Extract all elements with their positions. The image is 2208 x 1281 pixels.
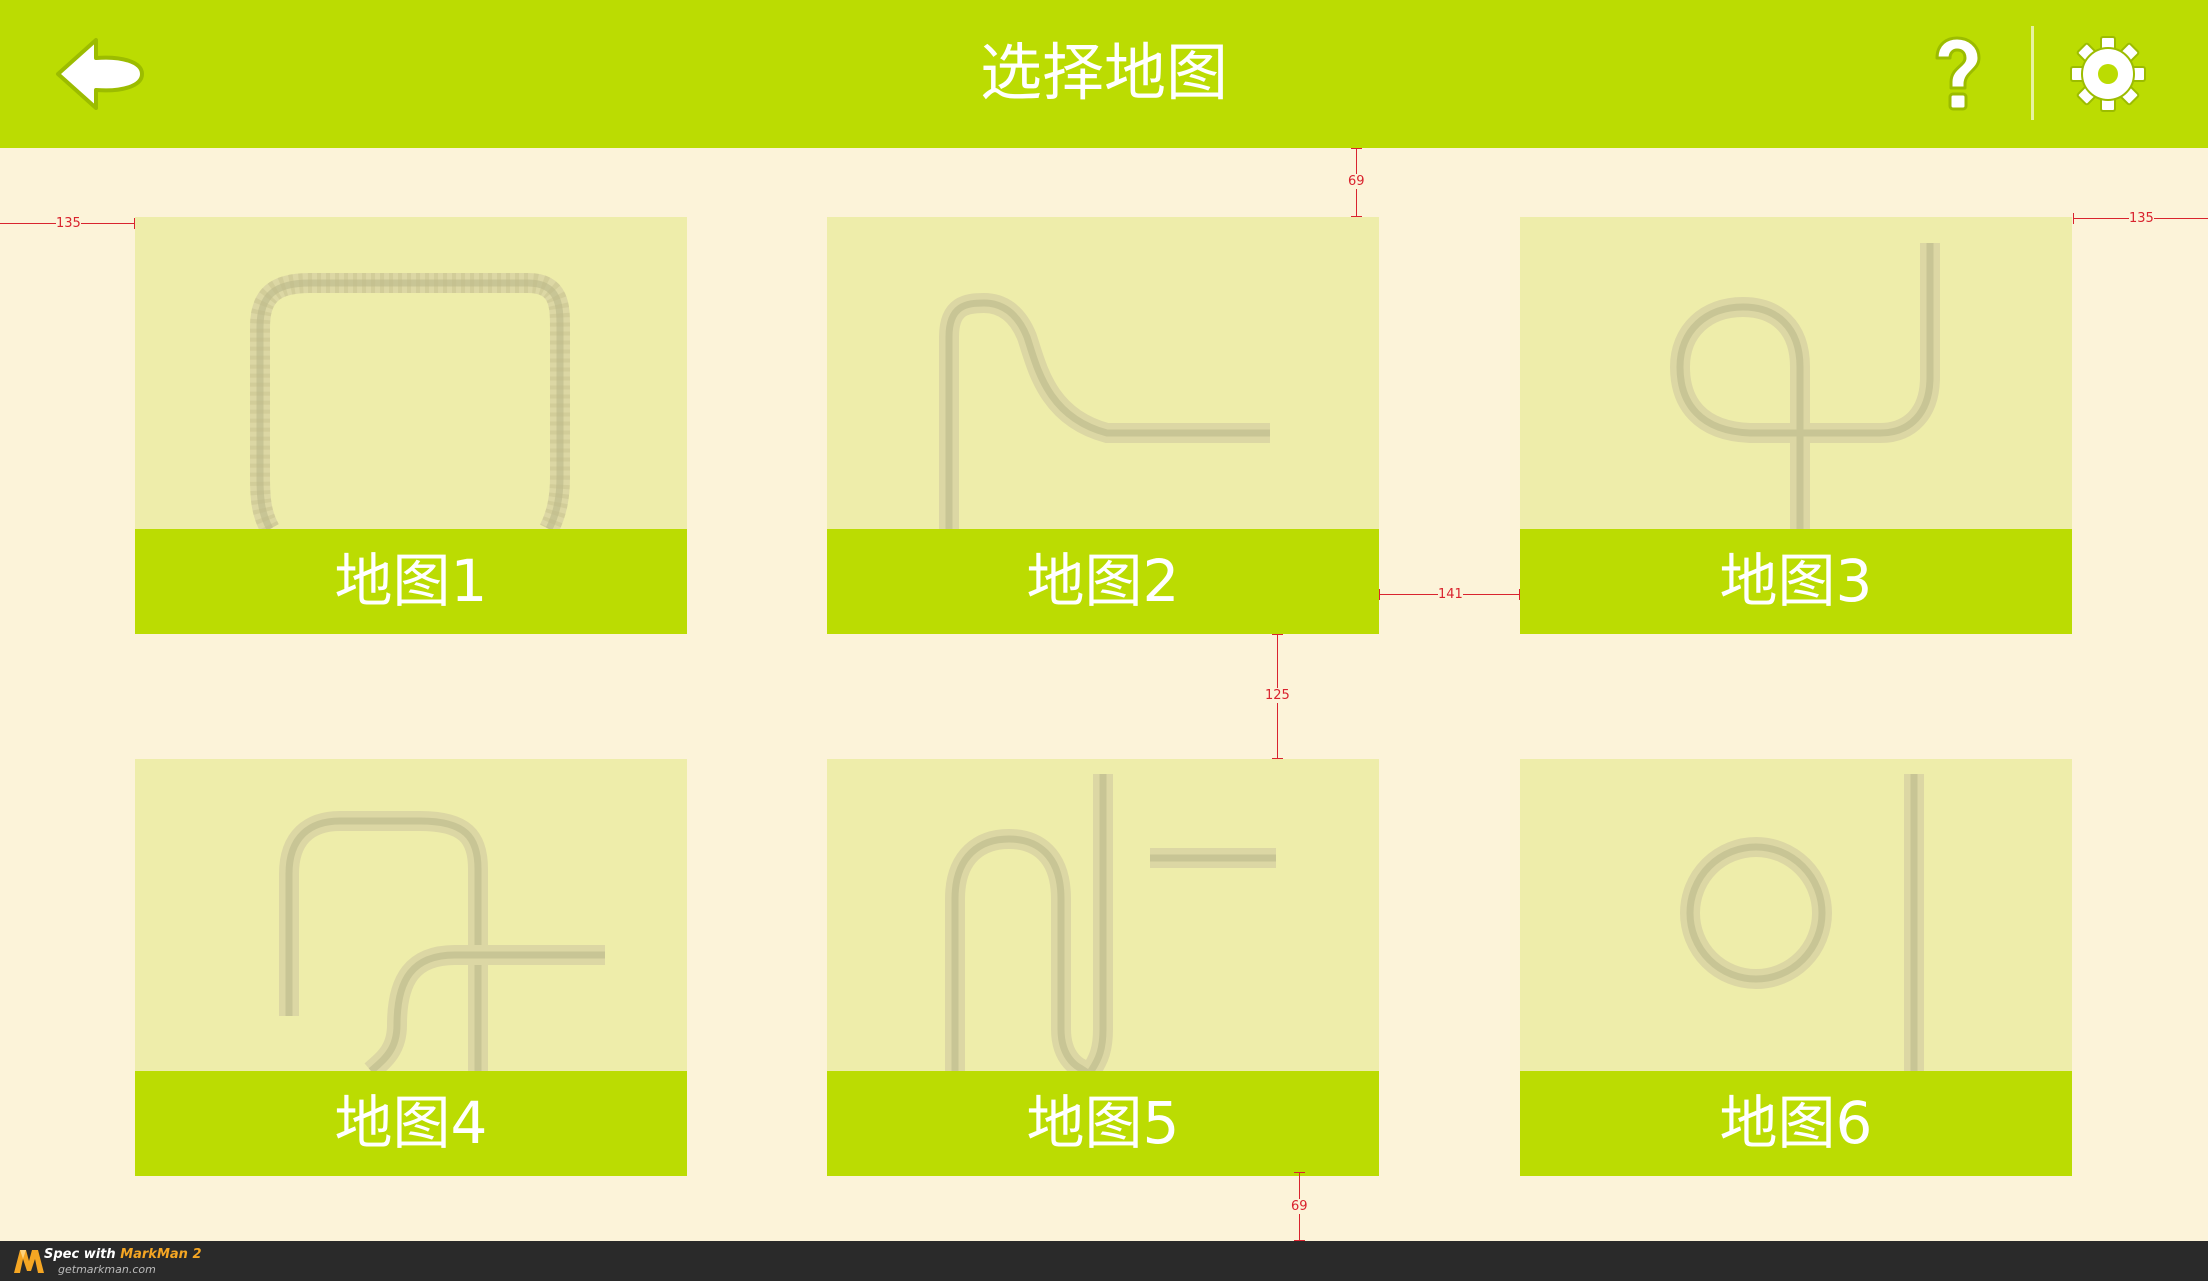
map-card-label: 地图5: [827, 1071, 1379, 1176]
spec-dimension-left-margin: 135: [0, 215, 135, 235]
back-arrow-icon: [56, 38, 144, 110]
map-card-2[interactable]: 地图2: [827, 217, 1379, 634]
map-card-1[interactable]: 地图1: [135, 217, 687, 634]
top-bar: 选择地图: [0, 0, 2208, 148]
spec-dimension-bottom-gap: 69: [1285, 1172, 1315, 1241]
header-divider: [2031, 26, 2034, 120]
map-card-4[interactable]: 地图4: [135, 759, 687, 1176]
map-card-label: 地图6: [1520, 1071, 2072, 1176]
map-card-label: 地图2: [827, 529, 1379, 634]
map-card-3[interactable]: 地图3: [1520, 217, 2072, 634]
spec-label: 69: [1291, 1199, 1308, 1214]
map-card-5[interactable]: 地图5: [827, 759, 1379, 1176]
spec-label: 125: [1265, 688, 1290, 703]
spec-label: 69: [1348, 174, 1365, 189]
spec-dimension-row-gap: 125: [1262, 634, 1292, 759]
settings-button[interactable]: [2068, 34, 2148, 114]
markman-logo-icon: [14, 1250, 44, 1273]
footer-brand: MarkMan 2: [120, 1247, 202, 1262]
map-card-label: 地图3: [1520, 529, 2072, 634]
spec-label: 135: [56, 216, 81, 231]
map-card-6[interactable]: 地图6: [1520, 759, 2072, 1176]
footer-caption: Spec with MarkMan 2: [44, 1247, 202, 1262]
footer-caption-prefix: Spec with: [44, 1247, 121, 1262]
markman-footer: Spec with MarkMan 2 getmarkman.com: [0, 1241, 2208, 1281]
spec-dimension-top-gap: 69: [1348, 148, 1380, 217]
spec-dimension-right-margin: 135: [2073, 210, 2208, 230]
spec-label: 135: [2129, 211, 2154, 226]
map-card-label: 地图1: [135, 529, 687, 634]
footer-url: getmarkman.com: [58, 1263, 156, 1276]
help-button[interactable]: [1925, 34, 1989, 114]
spec-label: 141: [1438, 587, 1463, 602]
map-card-label: 地图4: [135, 1071, 687, 1176]
question-mark-icon: [1935, 36, 1981, 111]
gear-icon: [2070, 36, 2146, 112]
page-title: 选择地图: [979, 36, 1228, 109]
spec-dimension-column-gap: 141: [1379, 585, 1520, 605]
back-button[interactable]: [52, 34, 148, 114]
